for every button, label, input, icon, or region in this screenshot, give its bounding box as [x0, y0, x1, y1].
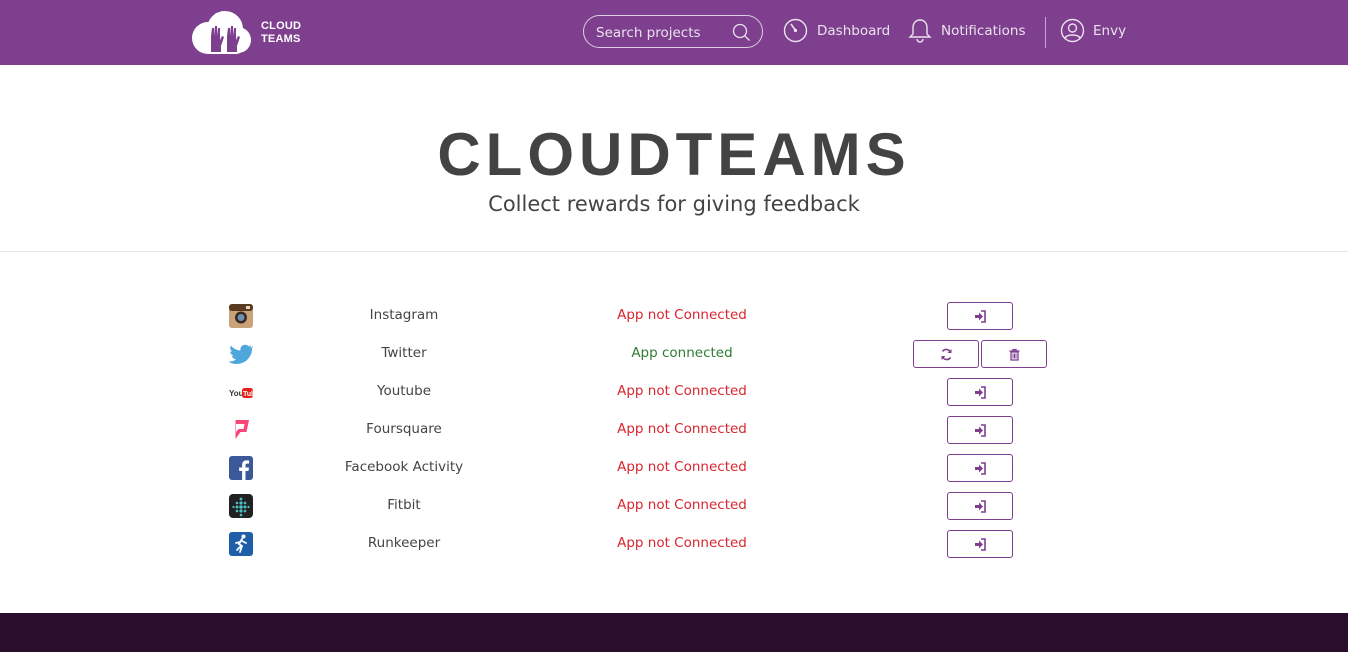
connect-button[interactable] — [947, 492, 1013, 520]
footer-bar — [0, 613, 1348, 652]
nav-user-label: Envy — [1093, 23, 1127, 39]
app-name: Twitter — [381, 345, 427, 361]
sign-in-icon — [975, 386, 986, 399]
app-row-foursquare: Foursquare App not Connected — [0, 415, 1348, 445]
sign-in-icon — [975, 424, 986, 437]
app-name: Facebook Activity — [344, 459, 464, 475]
search-icon[interactable] — [732, 23, 751, 42]
sign-in-icon — [975, 310, 986, 323]
app-row-youtube: You Tube Youtube App not Connected — [0, 377, 1348, 407]
search-input[interactable] — [594, 22, 728, 44]
app-status: App connected — [631, 345, 733, 361]
refresh-icon — [941, 348, 952, 361]
trash-icon — [1009, 348, 1020, 361]
fitbit-icon — [229, 494, 253, 518]
youtube-icon: You Tube — [229, 388, 253, 398]
cloud-hands-logo-icon — [192, 11, 251, 54]
sign-in-icon — [975, 538, 986, 551]
connect-button[interactable] — [947, 378, 1013, 406]
app-row-fitbit: Fitbit App not Connected — [0, 491, 1348, 521]
app-row-instagram: Instagram App not Connected — [0, 301, 1348, 331]
nav-dashboard-label: Dashboard — [817, 23, 891, 39]
app-status: App not Connected — [617, 459, 747, 475]
app-row-facebook: Facebook Activity App not Connected — [0, 453, 1348, 483]
nav-dashboard[interactable]: Dashboard — [783, 18, 893, 46]
top-navbar: CLOUD TEAMS Dashboard Notifications — [0, 0, 1348, 65]
app-status: App not Connected — [617, 307, 747, 323]
search-box — [583, 15, 763, 48]
user-avatar-icon — [1060, 18, 1085, 43]
cloudteams-logo[interactable]: CLOUD TEAMS — [188, 8, 308, 56]
page-subtitle: Collect rewards for giving feedback — [488, 192, 860, 216]
nav-divider — [1045, 17, 1046, 48]
app-name: Fitbit — [387, 497, 421, 513]
app-status: App not Connected — [617, 421, 747, 437]
foursquare-icon — [232, 420, 249, 439]
svg-text:You: You — [229, 389, 244, 398]
app-status: App not Connected — [617, 497, 747, 513]
nav-notifications-label: Notifications — [941, 23, 1026, 39]
app-name: Instagram — [369, 307, 439, 323]
app-name: Youtube — [377, 383, 431, 399]
app-row-runkeeper: Runkeeper App not Connected — [0, 529, 1348, 559]
app-name: Foursquare — [366, 421, 442, 437]
twitter-icon — [229, 344, 253, 364]
bell-icon — [908, 19, 932, 43]
nav-notifications[interactable]: Notifications — [908, 18, 1033, 46]
logo-wordmark: CLOUD TEAMS — [261, 20, 301, 46]
app-name: Runkeeper — [367, 535, 441, 551]
app-status: App not Connected — [617, 535, 747, 551]
page-title: CLOUDTEAMS — [437, 121, 911, 188]
runkeeper-icon — [229, 532, 253, 556]
connect-button[interactable] — [947, 302, 1013, 330]
refresh-button[interactable] — [913, 340, 979, 368]
instagram-icon — [229, 304, 253, 328]
app-status: App not Connected — [617, 383, 747, 399]
connect-button[interactable] — [947, 416, 1013, 444]
connect-button[interactable] — [947, 530, 1013, 558]
nav-user-menu[interactable]: Envy — [1060, 18, 1130, 46]
section-divider — [0, 251, 1348, 252]
svg-text:Tube: Tube — [243, 391, 253, 398]
logo-line-cloud: CLOUD — [261, 20, 302, 32]
facebook-icon — [229, 456, 253, 480]
sign-in-icon — [975, 462, 986, 475]
delete-button[interactable] — [981, 340, 1047, 368]
app-row-twitter: Twitter App connected — [0, 339, 1348, 369]
logo-line-teams: TEAMS — [261, 33, 301, 45]
sign-in-icon — [975, 500, 986, 513]
connect-button[interactable] — [947, 454, 1013, 482]
dashboard-gauge-icon — [783, 18, 808, 43]
